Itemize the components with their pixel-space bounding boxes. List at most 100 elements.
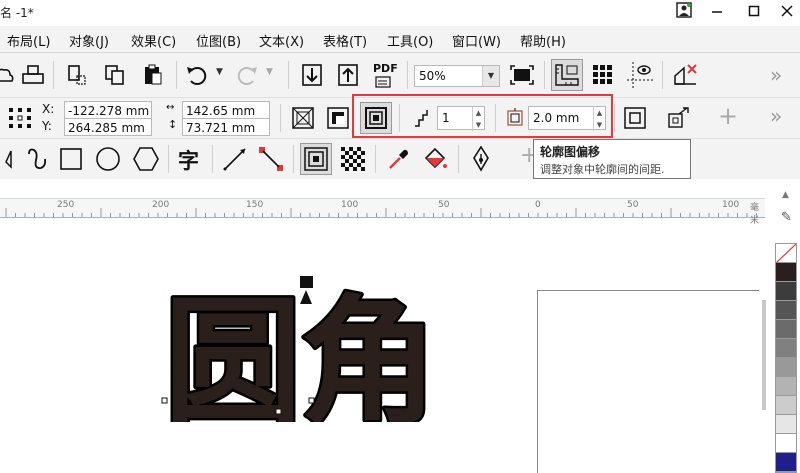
separator [614,104,615,132]
ellipse-tool-icon[interactable] [93,144,123,174]
polygon-tool-icon[interactable] [131,144,161,174]
tooltip: 轮廓图偏移 调整对象中轮廓间的间距. [533,139,691,179]
cut-icon[interactable] [62,60,92,90]
copy-icon[interactable] [100,60,130,90]
contour-tool-icon[interactable] [300,143,332,175]
close-icon[interactable] [775,2,799,24]
menu-bitmap[interactable]: 位图(B) [196,31,241,50]
width-icon: ↔ [166,102,175,113]
window-title: 名 -1* [0,6,34,20]
eyedropper-tool-icon[interactable] [384,144,414,174]
chevron-down-icon[interactable]: ▼ [482,66,499,86]
separator [53,61,54,89]
show-guidelines-icon[interactable] [625,60,655,90]
palette-swatch[interactable] [776,263,796,282]
ruler-ticks [5,208,757,217]
object-color-icon[interactable] [620,103,650,133]
redo-dropdown-icon[interactable]: ▼ [266,67,273,77]
separator [544,61,545,89]
add-icon[interactable]: + [718,102,738,130]
palette-swatch[interactable] [776,415,796,434]
y-position-field[interactable]: 264.285 mm [64,118,152,136]
freehand-tool-icon[interactable] [22,144,52,174]
publish-pdf-button[interactable]: PDF [371,62,401,90]
palette-options-icon[interactable]: ✎ [781,210,792,225]
redo-icon[interactable] [232,60,262,90]
separator [168,145,169,173]
menu-layout[interactable]: 布局(L) [7,31,50,50]
undo-dropdown-icon[interactable]: ▼ [216,67,223,77]
contoured-text[interactable]: 圆角 [162,280,441,423]
paste-icon[interactable] [138,60,168,90]
palette-scroll-up-icon[interactable]: ▲ [782,190,789,200]
palette-swatch[interactable] [776,282,796,301]
export-icon[interactable] [333,60,363,90]
separator [293,145,294,173]
tooltip-description: 调整对象中轮廓间的间距. [540,163,665,176]
interactive-fill-icon[interactable] [420,144,450,174]
menu-object[interactable]: 对象(J) [69,31,109,50]
palette-swatch[interactable] [776,434,796,453]
highlight-box [352,94,613,138]
height-field[interactable]: 73.721 mm [182,118,270,136]
snap-off-icon[interactable] [670,60,700,90]
import-icon[interactable] [297,60,327,90]
vertical-scrollbar[interactable] [762,300,766,410]
contour-to-center-icon[interactable] [288,103,318,133]
menu-help[interactable]: 帮助(H) [520,31,566,50]
separator [375,145,376,173]
text-tool-icon[interactable]: 字 [178,145,199,175]
menu-text[interactable]: 文本(X) [259,31,304,50]
palette-swatch[interactable] [776,377,796,396]
palette-swatch[interactable] [776,320,796,339]
show-grid-icon[interactable] [588,60,618,90]
width-field[interactable]: 142.65 mm [182,101,270,119]
palette-swatch[interactable] [776,358,796,377]
separator [407,61,408,89]
inside-contour-icon[interactable] [323,103,353,133]
rectangle-tool-icon[interactable] [56,144,86,174]
maximize-icon[interactable] [742,2,766,24]
color-palette [775,243,797,473]
x-position-field[interactable]: -122.278 mm [64,101,152,119]
cloud-icon[interactable] [0,60,18,90]
object-acceleration-icon[interactable] [664,103,694,133]
property-bar-overflow-icon[interactable]: » [770,104,782,128]
separator [280,104,281,132]
show-rulers-icon[interactable] [551,59,583,91]
standard-toolbar: ▼ ▼ PDF 50% ▼ » [0,53,800,98]
account-icon[interactable] [672,2,696,24]
palette-swatch[interactable] [776,301,796,320]
undo-icon[interactable] [182,60,212,90]
height-icon: ↕ [168,118,178,131]
pdf-label: PDF [373,62,398,75]
zoom-level-select[interactable]: 50% ▼ [414,65,500,87]
object-origin-icon[interactable] [7,106,33,130]
title-bar: 名 -1* [0,0,800,26]
horizontal-ruler[interactable]: 250 200 150 100 50 0 50 100 毫米 [0,198,765,226]
print-icon[interactable] [18,60,48,90]
separator [212,145,213,173]
toolbar-overflow-icon[interactable]: » [770,63,782,87]
minimize-icon[interactable] [705,2,729,24]
full-screen-icon[interactable] [507,60,537,90]
menu-window[interactable]: 窗口(W) [452,31,501,50]
palette-swatch[interactable] [776,453,796,472]
separator [662,61,663,89]
separator [458,145,459,173]
canvas-artwork[interactable]: 圆角 [160,272,460,422]
connector-tool-icon[interactable] [256,144,286,174]
palette-swatch[interactable] [776,396,796,415]
transparency-tool-icon[interactable] [338,144,368,174]
x-label: X: [42,102,55,116]
tooltip-title: 轮廓图偏移 [540,145,601,159]
outline-pen-icon[interactable] [466,144,496,174]
zoom-level-value: 50% [419,69,446,83]
menu-table[interactable]: 表格(T) [323,31,367,50]
menu-effects[interactable]: 效果(C) [131,31,176,50]
palette-swatch[interactable] [776,339,796,358]
no-color-swatch[interactable] [776,244,796,263]
menu-tools[interactable]: 工具(O) [387,31,433,50]
arrow-tool-icon[interactable] [0,144,20,174]
dimension-tool-icon[interactable] [220,144,250,174]
